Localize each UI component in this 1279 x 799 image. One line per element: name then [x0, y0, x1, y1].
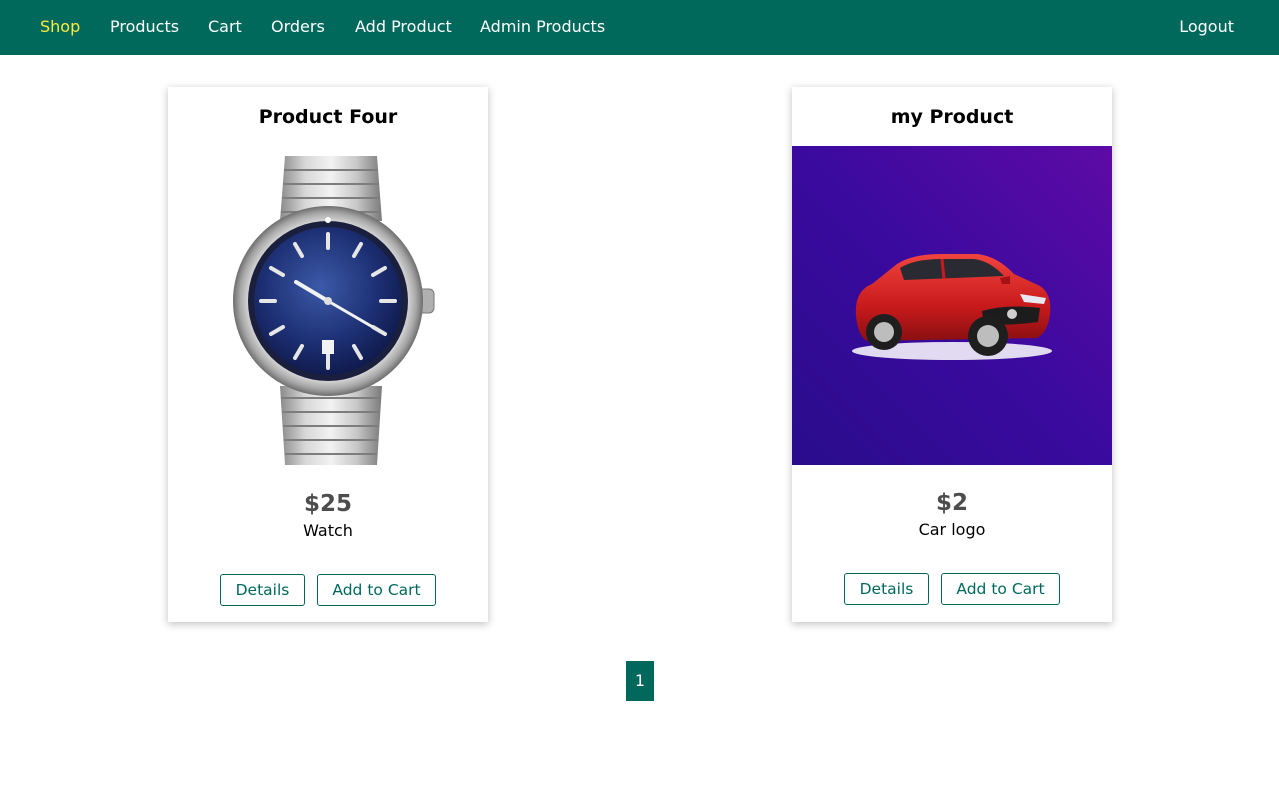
pagination-page-1[interactable]: 1 [626, 661, 654, 701]
nav-orders[interactable]: Orders [271, 15, 325, 39]
product-title: my Product [890, 106, 1014, 128]
nav-add-product[interactable]: Add Product [355, 15, 452, 39]
nav-admin-products[interactable]: Admin Products [480, 15, 605, 39]
details-button[interactable]: Details [844, 573, 929, 605]
main-header: Shop Products Cart Orders Add Product Ad… [0, 0, 1279, 55]
product-description: Car logo [918, 520, 986, 539]
product-price: $2 [935, 490, 968, 516]
nav-shop[interactable]: Shop [40, 15, 80, 39]
add-to-cart-button[interactable]: Add to Cart [941, 573, 1060, 605]
nav-cart[interactable]: Cart [208, 15, 242, 39]
product-description: Watch [303, 521, 353, 540]
details-button[interactable]: Details [220, 574, 305, 606]
product-price: $25 [303, 491, 352, 517]
nav-logout[interactable]: Logout [1179, 15, 1234, 39]
nav-products[interactable]: Products [110, 15, 179, 39]
watch-image [168, 146, 488, 465]
product-card: Product Four $25 Watch Details Add to Ca… [168, 87, 488, 622]
product-title: Product Four [258, 106, 398, 128]
add-to-cart-button[interactable]: Add to Cart [317, 574, 436, 606]
product-card: my Product $2 Car logo Details Add to Ca… [792, 87, 1112, 622]
car-image [792, 146, 1112, 465]
